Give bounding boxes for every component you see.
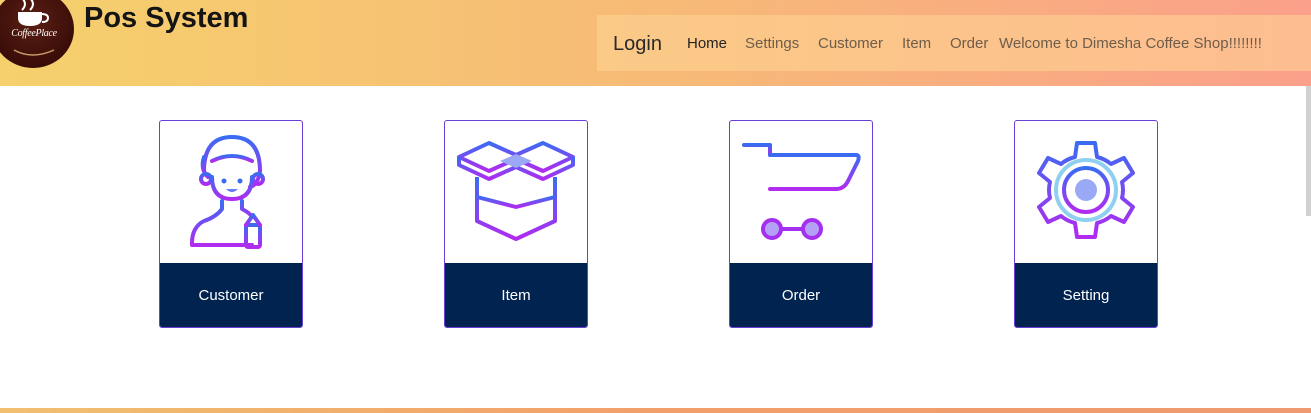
page-title: Pos System — [84, 2, 249, 34]
nav-item[interactable]: Item — [902, 35, 931, 52]
setting-card-label: Setting — [1015, 263, 1157, 327]
order-card-label: Order — [730, 263, 872, 327]
box-icon — [457, 141, 575, 241]
navbar: Login Home Settings Customer Item Order … — [597, 15, 1311, 71]
header: CoffeePlace Pos System Login Home Settin… — [0, 0, 1311, 86]
order-card[interactable]: Order — [729, 120, 873, 328]
coffee-place-logo[interactable]: CoffeePlace — [0, 0, 74, 68]
welcome-message: Welcome to Dimesha Coffee Shop!!!!!!!! — [999, 35, 1262, 52]
nav-order[interactable]: Order — [950, 35, 988, 52]
customer-card[interactable]: Customer — [159, 120, 303, 328]
customer-card-label: Customer — [160, 263, 302, 327]
scrollbar[interactable] — [1306, 86, 1311, 216]
logo-text: CoffeePlace — [11, 28, 57, 39]
item-card-label: Item — [445, 263, 587, 327]
customer-icon — [190, 135, 265, 249]
cart-icon — [742, 143, 861, 240]
item-card[interactable]: Item — [444, 120, 588, 328]
nav-settings[interactable]: Settings — [745, 35, 799, 52]
gear-icon — [1037, 141, 1135, 239]
setting-card[interactable]: Setting — [1014, 120, 1158, 328]
nav-customer[interactable]: Customer — [818, 35, 883, 52]
nav-home[interactable]: Home — [687, 35, 727, 52]
login-link[interactable]: Login — [613, 33, 662, 56]
footer-bar — [0, 408, 1311, 413]
